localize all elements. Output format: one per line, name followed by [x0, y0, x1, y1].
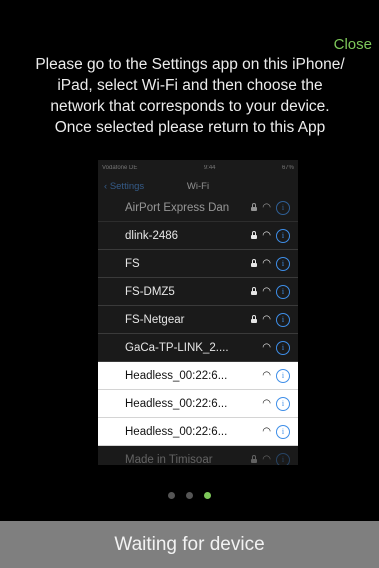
nav-title: Wi-Fi — [186, 181, 210, 192]
wifi-icon: ◠ — [262, 341, 271, 353]
network-row: Headless_00:22:6... ◠ i — [98, 362, 298, 390]
lock-icon — [251, 314, 258, 323]
wifi-icon: ◠ — [262, 369, 271, 381]
wifi-icon: ◠ — [262, 397, 271, 409]
instruction-line: network that corresponds to your device. — [50, 98, 330, 115]
status-bar: Vodafone DE 9:44 67% — [98, 160, 298, 175]
network-icons: ◠ i — [262, 418, 290, 445]
status-bar-bottom: Waiting for device — [0, 521, 379, 568]
page-dot[interactable] — [168, 492, 175, 499]
instructions-text: Please go to the Settings app on this iP… — [14, 54, 366, 138]
network-icons: ◠ i — [251, 306, 290, 333]
wifi-icon: ◠ — [262, 453, 271, 465]
wifi-icon: ◠ — [262, 313, 271, 325]
info-icon: i — [276, 256, 290, 271]
lock-icon — [251, 286, 258, 295]
page-indicator — [0, 492, 379, 499]
instruction-line: Once selected please return to this App — [54, 119, 326, 136]
network-list: AirPort Express Dan ◠ i dlink-2486 ◠ i FS ◠ i FS-… — [98, 194, 298, 465]
waiting-status: Waiting for device — [114, 533, 265, 555]
network-row: Headless_00:22:6... ◠ i — [98, 390, 298, 418]
page-dot[interactable] — [204, 492, 211, 499]
info-icon: i — [276, 312, 290, 327]
network-icons: ◠ i — [251, 278, 290, 305]
wifi-icon: ◠ — [262, 285, 271, 297]
network-icons: ◠ i — [262, 362, 290, 389]
instruction-line: Please go to the Settings app on this iP… — [35, 56, 345, 73]
carrier-label: Vodafone DE — [102, 164, 138, 171]
network-icons: ◠ i — [251, 250, 290, 277]
network-icons: ◠ i — [262, 390, 290, 417]
network-row: dlink-2486 ◠ i — [98, 222, 298, 250]
battery-label: 67% — [281, 164, 294, 171]
wifi-icon: ◠ — [262, 425, 271, 437]
info-icon: i — [276, 200, 290, 215]
lock-icon — [251, 202, 258, 211]
network-row: FS-Netgear ◠ i — [98, 306, 298, 334]
network-row: Made in Timisoar ◠ i — [98, 446, 298, 465]
network-row: AirPort Express Dan ◠ i — [98, 194, 298, 222]
network-row: FS-DMZ5 ◠ i — [98, 278, 298, 306]
network-row: GaCa-TP-LINK_2.... ◠ i — [98, 334, 298, 362]
wifi-icon: ◠ — [262, 257, 271, 269]
network-icons: ◠ i — [251, 446, 290, 465]
info-icon: i — [276, 424, 290, 439]
page-dot[interactable] — [186, 492, 193, 499]
network-icons: ◠ i — [262, 334, 290, 361]
network-icons: ◠ i — [251, 222, 290, 249]
wifi-settings-screenshot: Vodafone DE 9:44 67% ‹ Settings Wi-Fi Ai… — [98, 160, 298, 465]
instruction-line: iPad, select Wi-Fi and then choose the — [57, 77, 323, 94]
info-icon: i — [276, 228, 290, 243]
time-label: 9:44 — [203, 164, 216, 171]
info-icon: i — [276, 368, 290, 383]
network-row: Headless_00:22:6... ◠ i — [98, 418, 298, 446]
lock-icon — [251, 454, 258, 463]
info-icon: i — [276, 340, 290, 355]
lock-icon — [251, 258, 258, 267]
lock-icon — [251, 230, 258, 239]
info-icon: i — [276, 396, 290, 411]
info-icon: i — [276, 284, 290, 299]
network-row: FS ◠ i — [98, 250, 298, 278]
info-icon: i — [276, 452, 290, 465]
wifi-icon: ◠ — [262, 201, 271, 213]
close-button[interactable]: Close — [334, 36, 372, 53]
wifi-icon: ◠ — [262, 229, 271, 241]
network-icons: ◠ i — [251, 194, 290, 221]
